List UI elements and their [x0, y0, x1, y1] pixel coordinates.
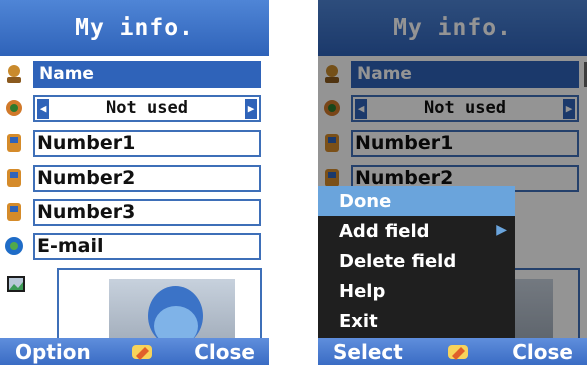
menu-item-add-field[interactable]: Add field ▶ [318, 216, 515, 246]
softkey-bar: Option Close [0, 338, 269, 365]
contact-photo [109, 279, 235, 338]
user-icon [2, 62, 26, 86]
field-row-email[interactable]: E-mail [0, 231, 269, 261]
number3-field[interactable]: Number3 [33, 198, 261, 226]
field-row-ringtone[interactable]: ◀ Not used ▶ [0, 93, 269, 123]
name-field[interactable]: Name [33, 60, 261, 88]
field-row-name[interactable]: Name [0, 59, 269, 89]
option-button[interactable]: Option [15, 340, 91, 364]
pencil-icon[interactable] [444, 341, 472, 363]
ringtone-field[interactable]: ◀ Not used ▶ [33, 94, 261, 122]
menu-item-done[interactable]: Done [318, 186, 515, 216]
menu-item-exit[interactable]: Exit [318, 306, 515, 336]
pencil-icon[interactable] [128, 341, 156, 363]
arrow-left-icon[interactable]: ◀ [37, 98, 49, 119]
menu-item-help[interactable]: Help [318, 276, 515, 306]
my-info-screen-right: My info. Name ◀ Not used ▶ Number1 Numbe… [318, 0, 587, 365]
number2-field[interactable]: Number2 [33, 164, 261, 192]
field-row-number1[interactable]: Number1 [0, 128, 269, 158]
avatar-face [154, 306, 198, 338]
field-row-number3[interactable]: Number3 [0, 197, 269, 227]
my-info-screen-left: My info. Name ◀ Not used ▶ Number1 Numbe… [0, 0, 269, 365]
ringtone-value: Not used [106, 98, 188, 118]
email-icon [2, 234, 26, 258]
phone-icon [2, 166, 26, 190]
page-title: My info. [0, 0, 269, 56]
phone-icon [2, 200, 26, 224]
field-row-number2[interactable]: Number2 [0, 163, 269, 193]
image-icon [4, 272, 28, 296]
close-button[interactable]: Close [512, 340, 573, 364]
submenu-arrow-icon: ▶ [496, 222, 507, 238]
number1-field[interactable]: Number1 [33, 129, 261, 157]
ringtone-icon [2, 96, 26, 120]
menu-item-delete-field[interactable]: Delete field [318, 246, 515, 276]
select-button[interactable]: Select [333, 340, 403, 364]
softkey-bar: Select Close [318, 338, 587, 365]
arrow-right-icon[interactable]: ▶ [245, 98, 257, 119]
phone-icon [2, 131, 26, 155]
close-button[interactable]: Close [194, 340, 255, 364]
email-field[interactable]: E-mail [33, 232, 261, 260]
options-menu: Done Add field ▶ Delete field Help Exit [318, 186, 515, 338]
contact-photo-frame[interactable] [57, 268, 262, 338]
